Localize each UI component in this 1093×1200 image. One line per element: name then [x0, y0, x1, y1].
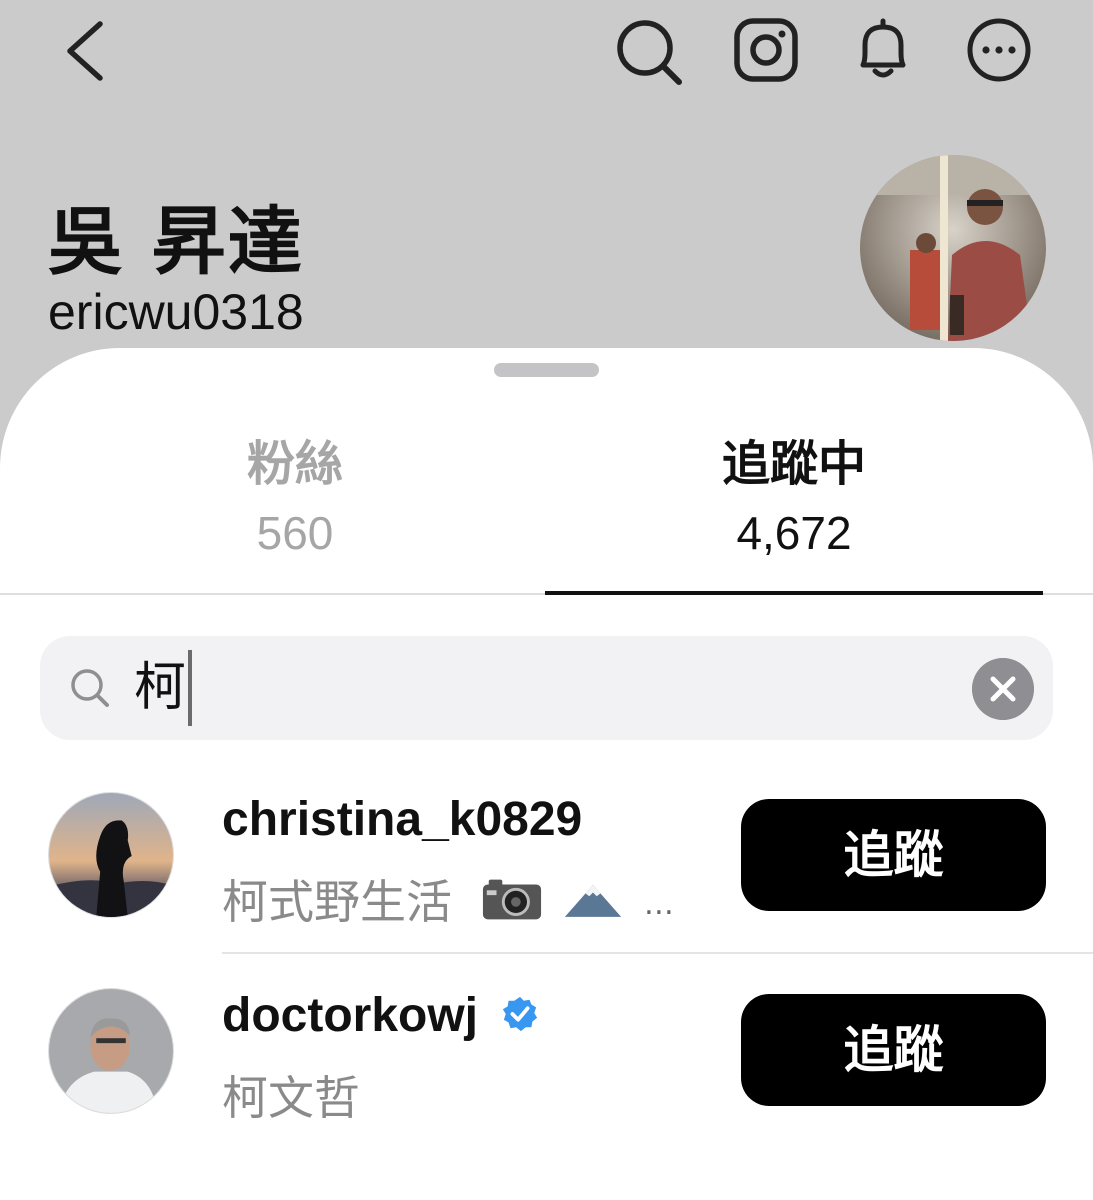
avatar[interactable]	[48, 988, 174, 1114]
tab-following-label: 追蹤中	[721, 436, 866, 492]
profile-name: 吳 昇達	[48, 199, 304, 285]
profile-avatar[interactable]	[860, 155, 1046, 341]
search-field-icon	[71, 669, 109, 707]
camera-icon	[482, 879, 541, 920]
verified-badge-icon	[503, 996, 538, 1032]
back-icon[interactable]	[60, 20, 110, 82]
tab-followers-count: 560	[256, 507, 334, 559]
list-item[interactable]: doctorkowj 柯文哲 追蹤	[0, 980, 1093, 1150]
avatar[interactable]	[48, 792, 174, 918]
result-username[interactable]: christina_k0829	[222, 792, 582, 847]
more-icon[interactable]	[966, 17, 1032, 83]
search-icon[interactable]	[615, 18, 683, 86]
active-tab-indicator	[545, 591, 1043, 595]
instagram-icon[interactable]	[733, 17, 799, 83]
follow-button[interactable]: 追蹤	[741, 994, 1046, 1106]
row-divider	[222, 952, 1093, 954]
list-item[interactable]: christina_k0829 柯式野生活 … 追蹤	[0, 784, 1093, 954]
result-subtitle-ellipsis: …	[643, 887, 674, 922]
result-fullname: 柯式野生活	[222, 875, 452, 929]
result-fullname: 柯文哲	[222, 1071, 360, 1125]
sheet-grabber[interactable]	[494, 363, 599, 377]
follow-button[interactable]: 追蹤	[741, 799, 1046, 911]
profile-username: ericwu0318	[48, 284, 304, 340]
tab-following-count: 4,672	[736, 507, 852, 559]
clear-icon[interactable]	[972, 658, 1034, 720]
result-username[interactable]: doctorkowj	[222, 989, 478, 1042]
result-username-wrapper[interactable]: doctorkowj	[222, 988, 539, 1043]
mountain-icon	[565, 884, 622, 917]
tab-followers[interactable]: 粉絲 560	[22, 430, 568, 568]
tab-followers-label: 粉絲	[246, 436, 343, 492]
tab-following[interactable]: 追蹤中 4,672	[521, 430, 1067, 568]
search-query[interactable]: 柯	[134, 654, 186, 722]
bell-icon[interactable]	[851, 17, 915, 83]
result-subtitle: 柯式野生活 …	[222, 866, 674, 932]
text-cursor	[188, 650, 192, 726]
top-bar	[0, 0, 1093, 100]
